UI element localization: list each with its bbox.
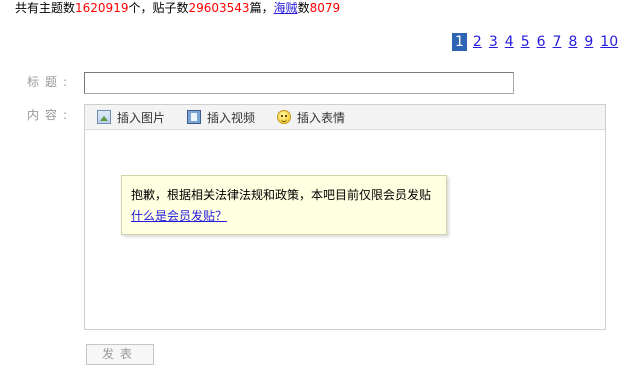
pagination: 1 2 3 4 5 6 7 8 9 10 [452, 33, 624, 51]
title-label: 标题: [27, 75, 74, 89]
posts-count: 29603543 [188, 1, 250, 15]
video-icon [187, 110, 202, 124]
page-current: 1 [452, 33, 467, 51]
page-link-7[interactable]: 7 [552, 33, 563, 51]
insert-image-label: 插入图片 [117, 110, 166, 125]
submit-button[interactable]: 发表 [86, 344, 154, 365]
forum-stats: 共有主题数1620919个，贴子数29603543篇，海贼数8079 [15, 0, 340, 16]
page-link-4[interactable]: 4 [504, 33, 515, 51]
members-label: 数 [297, 1, 310, 15]
page-link-3[interactable]: 3 [488, 33, 499, 51]
insert-image-button[interactable]: 插入图片 [97, 109, 165, 126]
page-link-5[interactable]: 5 [520, 33, 531, 51]
member-only-notice: 抱歉，根据相关法律法规和政策，本吧目前仅限会员发贴 什么是会员发贴？ [121, 175, 447, 235]
page-link-2[interactable]: 2 [472, 33, 483, 51]
members-count: 8079 [309, 1, 341, 15]
posts-suffix: 篇， [249, 1, 274, 15]
topics-label: 共有主题数 [15, 1, 76, 15]
page-link-6[interactable]: 6 [536, 33, 547, 51]
notice-message: 抱歉，根据相关法律法规和政策，本吧目前仅限会员发贴 [131, 188, 432, 202]
insert-emoji-label: 插入表情 [297, 110, 346, 125]
topics-count: 1620919 [75, 1, 129, 15]
title-input[interactable] [84, 72, 514, 94]
image-icon [97, 110, 111, 124]
page-link-10[interactable]: 10 [599, 33, 619, 51]
content-label: 内容: [27, 108, 74, 122]
insert-emoji-button[interactable]: 插入表情 [277, 109, 345, 126]
members-link[interactable]: 海贼 [274, 1, 298, 15]
page-link-9[interactable]: 9 [583, 33, 594, 51]
insert-video-label: 插入视频 [207, 110, 256, 125]
posts-label: 个，贴子数 [128, 1, 189, 15]
page-link-8[interactable]: 8 [567, 33, 578, 51]
insert-video-button[interactable]: 插入视频 [187, 109, 255, 126]
member-post-help-link[interactable]: 什么是会员发贴？ [131, 209, 227, 223]
editor-toolbar: 插入图片 插入视频 插入表情 [85, 105, 605, 130]
smiley-icon [277, 110, 292, 124]
